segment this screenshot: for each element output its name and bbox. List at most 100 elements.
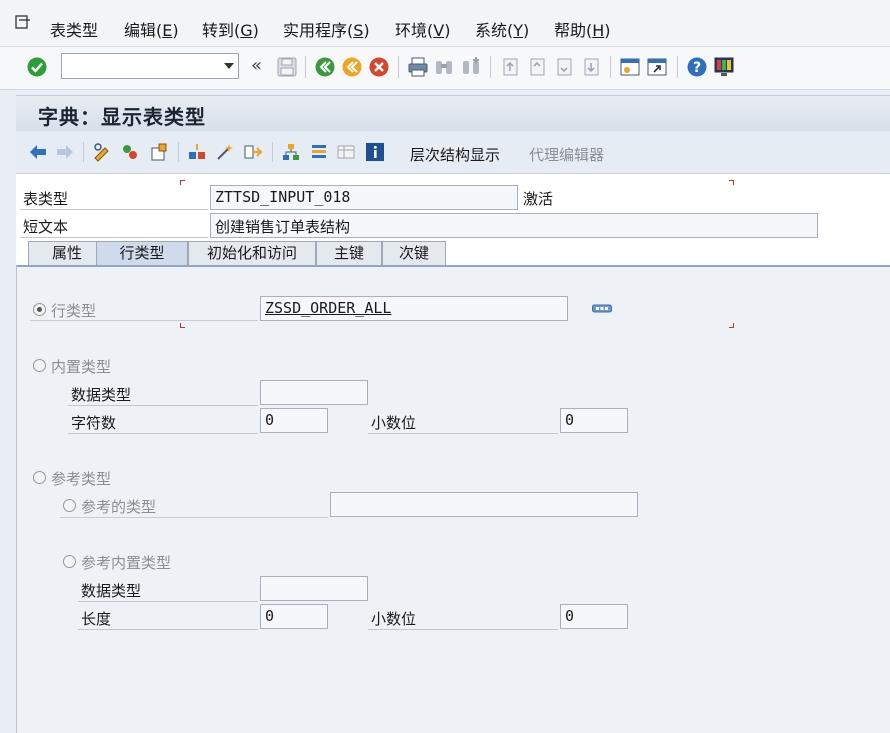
menu-utilities[interactable]: 实用程序(S) <box>283 17 370 41</box>
standard-toolbar: « ? <box>0 47 890 90</box>
ref-of-type-radio[interactable] <box>63 499 76 512</box>
short-text-label: 短文本 <box>23 218 69 236</box>
table-icon[interactable] <box>336 142 356 162</box>
ref-builtin-label: 参考内置类型 <box>81 554 172 572</box>
ref-data-type-label: 数据类型 <box>81 582 142 600</box>
new-session-icon[interactable] <box>619 56 641 78</box>
find-next-icon[interactable] <box>460 56 482 78</box>
info-icon[interactable] <box>365 142 385 162</box>
tab-attributes[interactable]: 属性 <box>28 241 106 266</box>
activate-icon[interactable] <box>149 142 169 162</box>
title-bar: 字典：显示表类型 <box>16 95 890 131</box>
short-text-field[interactable]: 创建销售订单表结构 <box>210 213 818 238</box>
command-field[interactable] <box>61 53 239 79</box>
num-chars-field[interactable]: 0 <box>260 408 328 433</box>
tab-secondary-key[interactable]: 次键 <box>382 241 446 266</box>
previous-page-icon[interactable] <box>526 56 548 78</box>
print-icon[interactable] <box>407 56 429 78</box>
stack-icon[interactable] <box>309 142 329 162</box>
tab-init-access[interactable]: 初始化和访问 <box>188 241 316 266</box>
row-type-radio[interactable] <box>33 303 46 316</box>
label-underline <box>20 237 208 238</box>
data-type-field[interactable] <box>260 380 368 405</box>
toolbar-separator <box>490 56 491 78</box>
length-field[interactable]: 0 <box>260 604 328 629</box>
menu-environment[interactable]: 环境(V) <box>395 17 450 41</box>
hierarchy-display-button[interactable]: 层次结构显示 <box>410 144 500 165</box>
label-underline <box>68 405 258 406</box>
tab-row-type[interactable]: 行类型 <box>96 241 188 267</box>
back-arrow-icon[interactable] <box>28 142 48 162</box>
label-underline <box>78 601 258 602</box>
first-page-icon[interactable] <box>499 56 521 78</box>
menu-edit[interactable]: 编辑(E) <box>124 17 179 41</box>
page-title: 字典：显示表类型 <box>38 105 206 129</box>
num-chars-label: 字符数 <box>71 414 117 432</box>
magic-wand-icon[interactable] <box>215 142 235 162</box>
menu-system[interactable]: 系统(Y) <box>475 17 529 41</box>
menu-goto[interactable]: 转到(G) <box>202 17 259 41</box>
menu-bar: 表类型 编辑(E) 转到(G) 实用程序(S) 环境(V) 系统(Y) 帮助(H… <box>0 0 890 47</box>
svg-text:?: ? <box>693 60 701 76</box>
row-type-field[interactable]: ZSSD_ORDER_ALL <box>260 296 568 321</box>
label-underline <box>20 209 208 210</box>
ref-builtin-radio[interactable] <box>63 555 76 568</box>
more-options-icon[interactable] <box>592 304 612 313</box>
label-underline <box>68 433 258 434</box>
chevron-down-icon[interactable] <box>224 63 234 69</box>
row-type-label: 行类型 <box>51 302 97 320</box>
shortcut-icon[interactable] <box>646 56 668 78</box>
status-text: 激活 <box>523 190 554 208</box>
menu-help[interactable]: 帮助(H) <box>554 17 611 41</box>
ref-decimals-label: 小数位 <box>371 610 417 628</box>
help-icon[interactable]: ? <box>686 56 708 78</box>
focus-corner-mark <box>180 323 185 328</box>
tab-primary-key[interactable]: 主键 <box>316 241 382 266</box>
decimals-field[interactable]: 0 <box>560 408 628 433</box>
ref-type-radio[interactable] <box>33 471 46 484</box>
label-underline <box>78 629 258 630</box>
enter-check-icon[interactable] <box>26 56 48 78</box>
hierarchy-icon[interactable] <box>281 142 301 162</box>
label-underline <box>30 320 258 321</box>
toolbar-separator <box>305 56 306 78</box>
data-type-label: 数据类型 <box>71 386 132 404</box>
toolbar-separator <box>272 142 273 162</box>
table-type-label: 表类型 <box>23 190 69 208</box>
application-toolbar: 层次结构显示 代理编辑器 <box>16 131 890 174</box>
menu-table-type[interactable]: 表类型 <box>50 17 98 41</box>
collapse-arrows-icon[interactable]: « <box>251 55 262 76</box>
ref-data-type-field[interactable] <box>260 576 368 601</box>
display-change-icon[interactable] <box>92 142 112 162</box>
where-used-icon[interactable] <box>187 142 207 162</box>
label-underline <box>60 517 328 518</box>
decimals-label: 小数位 <box>371 414 417 432</box>
last-page-icon[interactable] <box>580 56 602 78</box>
builtin-type-radio[interactable] <box>33 359 46 372</box>
ref-of-type-label: 参考的类型 <box>81 498 157 516</box>
ref-decimals-field[interactable]: 0 <box>560 604 628 629</box>
find-icon[interactable] <box>433 56 455 78</box>
focus-corner-mark <box>729 180 734 185</box>
forward-arrow-icon[interactable] <box>55 142 75 162</box>
tab-strip: 属性 行类型 初始化和访问 主键 次键 <box>16 241 890 267</box>
command-input[interactable] <box>62 54 218 76</box>
table-type-field[interactable]: ZTTSD_INPUT_018 <box>210 185 518 210</box>
focus-corner-mark <box>729 323 734 328</box>
toolbar-separator <box>83 142 84 162</box>
layout-menu-icon[interactable] <box>713 56 735 78</box>
cancel-icon[interactable] <box>368 56 390 78</box>
label-underline <box>368 433 558 434</box>
next-page-icon[interactable] <box>553 56 575 78</box>
back-icon[interactable] <box>314 56 336 78</box>
builtin-type-label: 内置类型 <box>51 358 112 376</box>
menu-icon[interactable] <box>14 13 32 31</box>
ref-of-type-field[interactable] <box>330 492 638 517</box>
ref-type-label: 参考类型 <box>51 470 112 488</box>
exit-icon[interactable] <box>341 56 363 78</box>
toolbar-separator <box>178 142 179 162</box>
other-object-icon[interactable] <box>120 142 140 162</box>
navigate-icon[interactable] <box>243 142 263 162</box>
length-label: 长度 <box>81 610 112 628</box>
proxy-editor-button[interactable]: 代理编辑器 <box>529 144 604 165</box>
